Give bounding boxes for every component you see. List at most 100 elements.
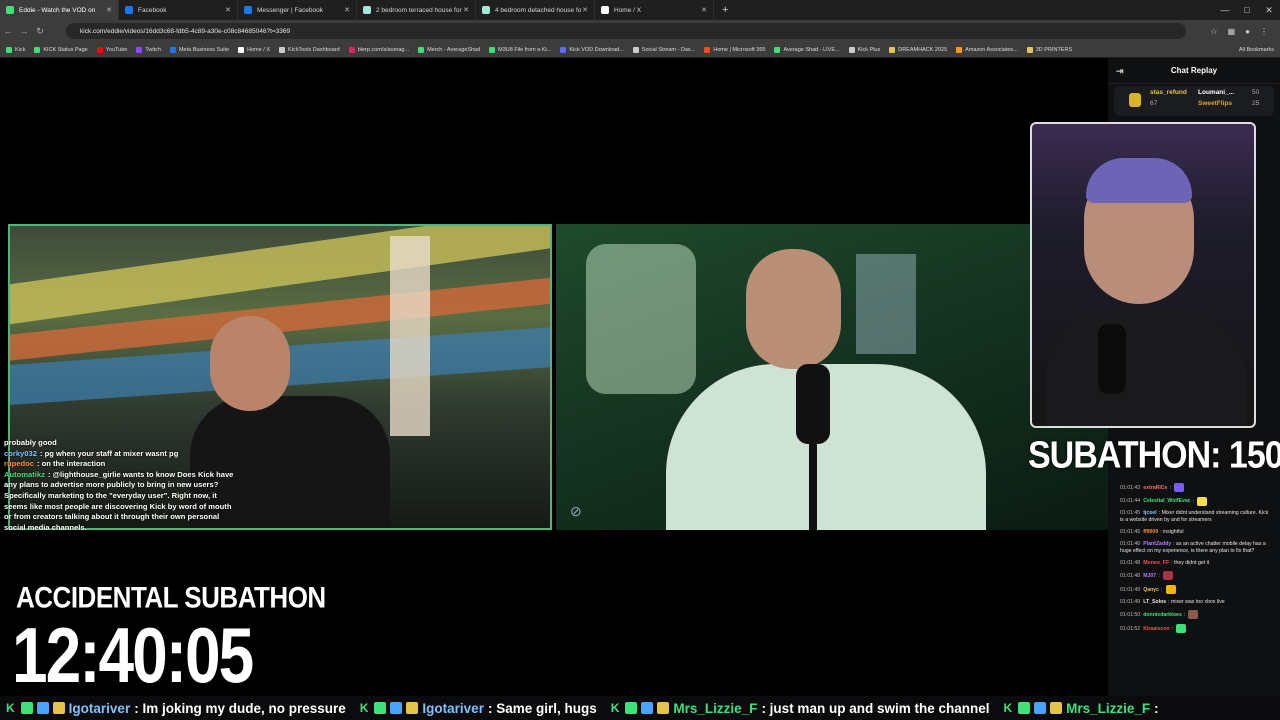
- close-tab-icon[interactable]: ✕: [701, 6, 707, 14]
- gift-icon: [1129, 93, 1141, 107]
- bookmark-item[interactable]: Social Stream - Das...: [632, 46, 695, 53]
- badge-icon: [374, 702, 387, 714]
- bookmark-item[interactable]: Kick VOD Download...: [560, 46, 624, 53]
- bookmark-item[interactable]: 3D PRINTERS: [1026, 46, 1072, 53]
- bookmark-item[interactable]: KickTools Dashboard: [279, 46, 340, 53]
- forward-icon[interactable]: →: [16, 26, 32, 36]
- browser-tab[interactable]: 2 bedroom terraced house for ✕: [357, 0, 476, 20]
- bookmark-label: Home / X: [247, 46, 271, 53]
- close-tab-icon[interactable]: ✕: [582, 6, 588, 14]
- chat-username[interactable]: ff9000: [1143, 529, 1158, 535]
- new-tab-button[interactable]: +: [722, 4, 728, 16]
- extensions-icon[interactable]: ▦: [1228, 27, 1236, 36]
- bookmark-item[interactable]: Kick: [6, 46, 25, 53]
- bookmark-favicon-icon: [704, 46, 711, 53]
- bookmark-item[interactable]: Home / X: [238, 46, 271, 53]
- badge-icon: [625, 702, 638, 714]
- browser-tab[interactable]: Facebook ✕: [119, 0, 238, 20]
- close-tab-icon[interactable]: ✕: [344, 6, 350, 14]
- gifter-name[interactable]: stas_refund: [1150, 89, 1187, 96]
- tab-title: Messenger | Facebook: [257, 6, 323, 14]
- gifter-name[interactable]: Loumani_...: [1198, 89, 1234, 96]
- emote-icon: [1173, 483, 1184, 492]
- close-tab-icon[interactable]: ✕: [463, 6, 469, 14]
- chat-username: Automatikz: [4, 469, 45, 479]
- bookmark-item[interactable]: Merch - AverageShad: [418, 46, 480, 53]
- subathon-counter: SUBATHON: 150: [1028, 434, 1280, 477]
- bookmark-label: M3U8 File from a Ki...: [498, 46, 552, 53]
- badge-icon: [1034, 702, 1047, 714]
- close-tab-icon[interactable]: ✕: [106, 6, 112, 14]
- bookmark-item[interactable]: Meta Business Suite: [169, 46, 229, 53]
- bookmark-item[interactable]: blerp.com/s/averag...: [348, 46, 409, 53]
- overlay-chat-message: Automatikz: @lighthouse_girlie wants to …: [4, 470, 234, 534]
- url-input[interactable]: kick.com/eddie/videos/16dd3c68-fdb5-4c89…: [66, 23, 1186, 39]
- subathon-timer: 12:40:05: [12, 611, 254, 700]
- chat-username: corky032: [4, 448, 37, 458]
- browser-tab[interactable]: Eddie - Watch the VOD on ✕: [0, 0, 119, 20]
- collapse-chat-icon[interactable]: ⇥: [1116, 66, 1124, 77]
- back-icon[interactable]: ←: [0, 26, 16, 36]
- chat-username[interactable]: Kiraaiscoo: [1143, 626, 1170, 632]
- chat-timestamp: 01:01:44: [1120, 498, 1141, 505]
- bookmark-item[interactable]: DREAMHACK 2025: [889, 46, 947, 53]
- bookmark-item[interactable]: Amazon Associates...: [956, 46, 1018, 53]
- bookmark-favicon-icon: [848, 46, 855, 53]
- bookmark-item[interactable]: KICK Status Page: [34, 46, 88, 53]
- ticker-message: Igotariver: Im joking my dude, no pressu…: [69, 701, 346, 716]
- microphone: [796, 364, 830, 444]
- bookmark-item[interactable]: Kick Plus: [848, 46, 880, 53]
- bookmark-favicon-icon: [560, 46, 567, 53]
- chat-timestamp: 01:01:49: [1120, 598, 1141, 605]
- browser-tab[interactable]: 4 bedroom detached house fo ✕: [476, 0, 595, 20]
- bookmark-star-icon[interactable]: ☆: [1210, 27, 1217, 36]
- bookmark-item[interactable]: Home | Microsoft 365: [704, 46, 765, 53]
- chat-timestamp: 01:01:50: [1120, 612, 1141, 619]
- close-window-icon[interactable]: ✕: [1258, 5, 1280, 16]
- reload-icon[interactable]: ↻: [32, 26, 48, 37]
- chat-username[interactable]: MJ07: [1143, 573, 1156, 579]
- minimize-icon[interactable]: —: [1214, 5, 1236, 15]
- chat-text: : as an active chatter mobile delay has …: [1120, 540, 1266, 555]
- chat-message: 01:01:48 Moneo_FF: they didnt get it: [1120, 560, 1272, 567]
- chat-message: 01:01:45 tjcoel: Mixer didnt understand s…: [1120, 510, 1272, 525]
- browser-tab-bar: Eddie - Watch the VOD on ✕ Facebook ✕ Messen…: [0, 0, 1280, 20]
- chat-username[interactable]: Celestial_WolfEvac: [1143, 498, 1190, 504]
- chat-username[interactable]: donniedarktoes: [1143, 612, 1182, 618]
- streamer-hair: [1086, 158, 1192, 203]
- tab-favicon-icon: [601, 6, 609, 14]
- chat-text: : insightful: [1160, 529, 1184, 536]
- chat-text: :: [1158, 573, 1160, 580]
- chat-timestamp: 01:01:46: [1120, 540, 1141, 547]
- chat-username[interactable]: Moneo_FF: [1143, 560, 1169, 566]
- menu-icon[interactable]: ⋮: [1260, 27, 1268, 36]
- ticker-text: : Im joking my dude, no pressure: [134, 700, 346, 716]
- tab-title: 2 bedroom terraced house for: [376, 6, 462, 14]
- guest-right-head: [746, 249, 841, 369]
- bookmark-item[interactable]: Average Shad - LIVE...: [774, 46, 840, 53]
- bookmark-item[interactable]: Twitch: [136, 46, 161, 53]
- all-bookmarks-button[interactable]: All Bookmarks: [1239, 42, 1274, 58]
- chat-message-list: 01:01:43 extraRICe:01:01:44 Celestial_Wolf…: [1120, 483, 1272, 637]
- emote-icon: [1197, 496, 1208, 506]
- close-tab-icon[interactable]: ✕: [225, 6, 231, 14]
- bookmark-favicon-icon: [34, 46, 41, 53]
- bookmark-item[interactable]: M3U8 File from a Ki...: [489, 46, 552, 53]
- chat-text: probably good: [4, 438, 57, 447]
- profile-icon[interactable]: ●: [1245, 27, 1250, 36]
- streamer-figure: [1046, 309, 1246, 426]
- bookmark-favicon-icon: [632, 46, 639, 53]
- ticker-message: Igotariver: Same girl, hugs: [422, 701, 596, 716]
- browser-tab[interactable]: Home / X ✕: [595, 0, 714, 20]
- chat-username[interactable]: extraRICe: [1143, 485, 1167, 491]
- bookmark-item[interactable]: YouTube: [96, 46, 127, 53]
- chat-username[interactable]: LT_Solos: [1143, 599, 1166, 605]
- maximize-icon[interactable]: □: [1236, 5, 1258, 15]
- chat-username[interactable]: Qanyc: [1143, 587, 1159, 593]
- chat-username[interactable]: tjcoel: [1143, 510, 1157, 516]
- gifter-name[interactable]: SweetFlips: [1198, 100, 1232, 107]
- chat-username[interactable]: PlantZaddy: [1143, 541, 1171, 547]
- browser-tab[interactable]: Messenger | Facebook ✕: [238, 0, 357, 20]
- ticker-username: Igotariver: [68, 700, 131, 716]
- bookmark-favicon-icon: [1026, 46, 1033, 53]
